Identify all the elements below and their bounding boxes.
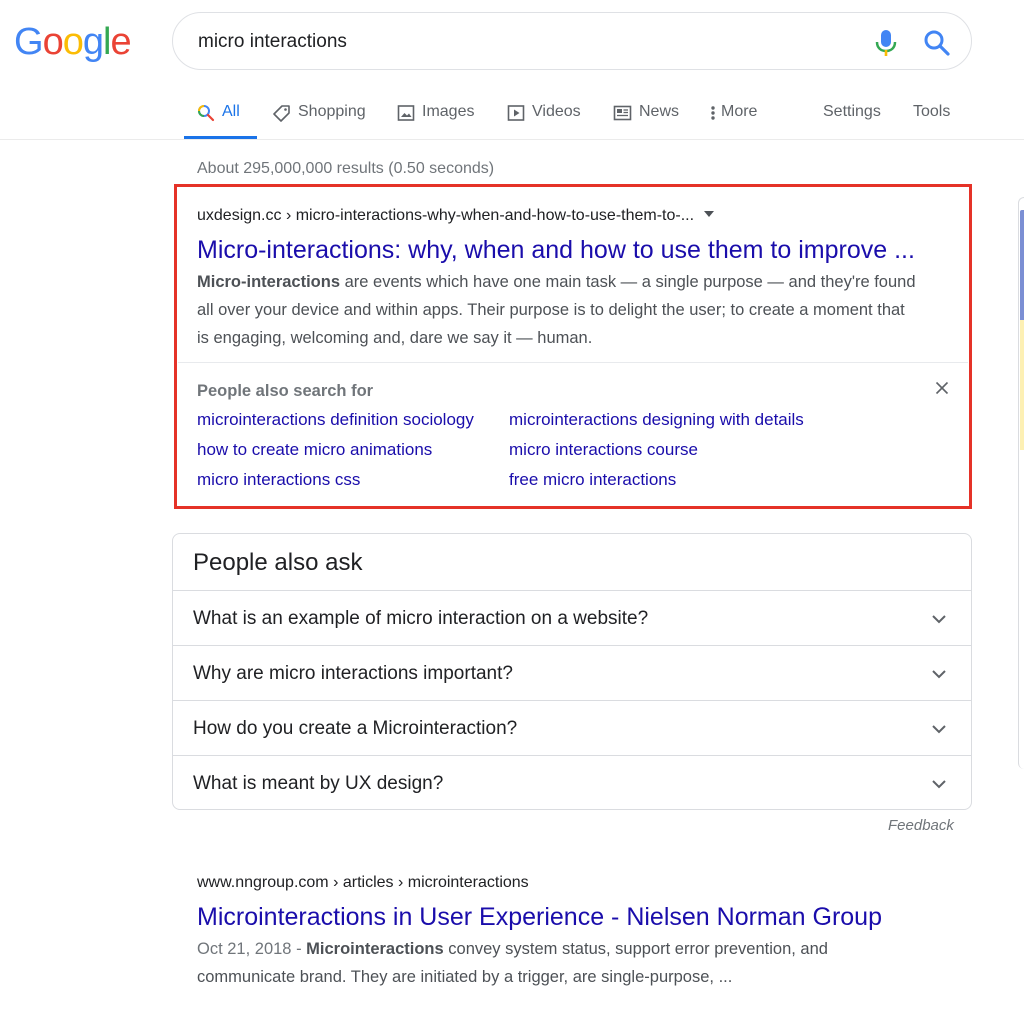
tab-label: Shopping [298,103,366,120]
result-snippet-line: communicate brand. They are initiated by… [197,968,733,986]
tab-more[interactable]: More [707,96,757,140]
image-icon [397,105,415,121]
tools-label: Tools [913,103,951,120]
feedback-link[interactable]: Feedback [888,816,954,836]
tab-shopping[interactable]: Shopping [273,96,366,140]
question-text: What is an example of micro interaction … [193,608,649,629]
people-also-ask-panel: People also ask What is an example of mi… [172,533,972,810]
result-snippet-line: Oct 21, 2018 - Microinteractions convey … [197,935,957,963]
related-search-link[interactable]: micro interactions course [509,439,698,461]
result-snippet-line: is engaging, welcoming and, dare we say … [197,329,593,347]
logo-letter: o [42,21,64,63]
result-date: Oct 21, 2018 - [197,940,307,958]
header-divider [0,139,1024,140]
newspaper-icon [613,105,632,121]
question-row[interactable]: What is an example of micro interaction … [173,590,971,645]
panel-image-fragment [1020,320,1024,450]
snippet-text: are events which have one main task — a … [340,273,916,291]
question-row[interactable]: Why are micro interactions important? [173,645,971,700]
question-text: Why are micro interactions important? [193,663,513,684]
related-search-link[interactable]: micro interactions css [197,469,360,491]
logo-letter: o [62,21,84,63]
question-text: How do you create a Microinteraction? [193,718,518,739]
result-title-link[interactable]: Microinteractions in User Experience - N… [197,901,882,933]
result-stats: About 295,000,000 results (0.50 seconds) [197,160,495,177]
result-cite[interactable]: uxdesign.cc › micro-interactions-why-whe… [197,205,715,227]
tab-label: Videos [532,103,581,120]
search-box[interactable]: micro interactions [172,12,972,70]
search-input[interactable]: micro interactions [198,29,347,55]
chevron-down-icon [932,670,946,679]
question-text: What is meant by UX design? [193,773,444,794]
related-search-link[interactable]: microinteractions designing with details [509,409,804,431]
chevron-down-icon [932,725,946,734]
question-row[interactable]: How do you create a Microinteraction? [173,700,971,755]
chevron-down-icon [932,780,946,789]
logo-letter: G [14,21,44,63]
result-title-link[interactable]: Micro-interactions: why, when and how to… [197,234,915,266]
question-row[interactable]: What is meant by UX design? [173,755,971,810]
result-cite[interactable]: www.nngroup.com › articles › microintera… [197,872,529,894]
knowledge-panel-edge [1018,197,1024,769]
tab-all[interactable]: All [197,96,240,140]
more-vert-icon [711,106,715,120]
snippet-text: convey system status, support error prev… [443,940,828,958]
pasf-divider [178,362,968,363]
related-search-link[interactable]: free micro interactions [509,469,676,491]
tab-images[interactable]: Images [397,96,474,140]
snippet-bold: Micro-interactions [197,273,341,291]
search-icon [198,105,215,122]
logo-letter: l [102,21,112,63]
google-logo[interactable]: Google [14,20,132,64]
tools-link[interactable]: Tools [913,96,950,140]
search-icon[interactable] [923,29,951,57]
microphone-icon[interactable] [875,29,897,57]
close-icon[interactable] [934,380,950,396]
snippet-bold: Microinteractions [306,940,444,958]
cite-text: uxdesign.cc › micro-interactions-why-whe… [197,207,695,224]
logo-letter: e [110,21,131,63]
tab-videos[interactable]: Videos [507,96,581,140]
logo-letter: g [82,21,104,63]
result-snippet-line: Micro-interactions are events which have… [197,268,957,296]
people-also-search-title: People also search for [197,382,374,400]
tab-label: More [721,103,758,120]
tag-icon [273,105,290,122]
related-search-link[interactable]: microinteractions definition sociology [197,409,474,431]
panel-image-fragment [1020,210,1024,320]
result-snippet-line: all over your device and within apps. Th… [197,301,905,319]
related-search-link[interactable]: how to create micro animations [197,439,432,461]
tab-label: News [639,103,680,120]
dropdown-caret-icon[interactable] [704,211,715,217]
people-also-ask-heading: People also ask [193,549,363,576]
tab-label: All [222,103,240,120]
play-icon [507,105,525,121]
settings-link[interactable]: Settings [823,96,881,140]
tab-label: Images [422,103,475,120]
tab-news[interactable]: News [613,96,679,140]
chevron-down-icon [932,615,946,624]
settings-label: Settings [823,103,881,120]
